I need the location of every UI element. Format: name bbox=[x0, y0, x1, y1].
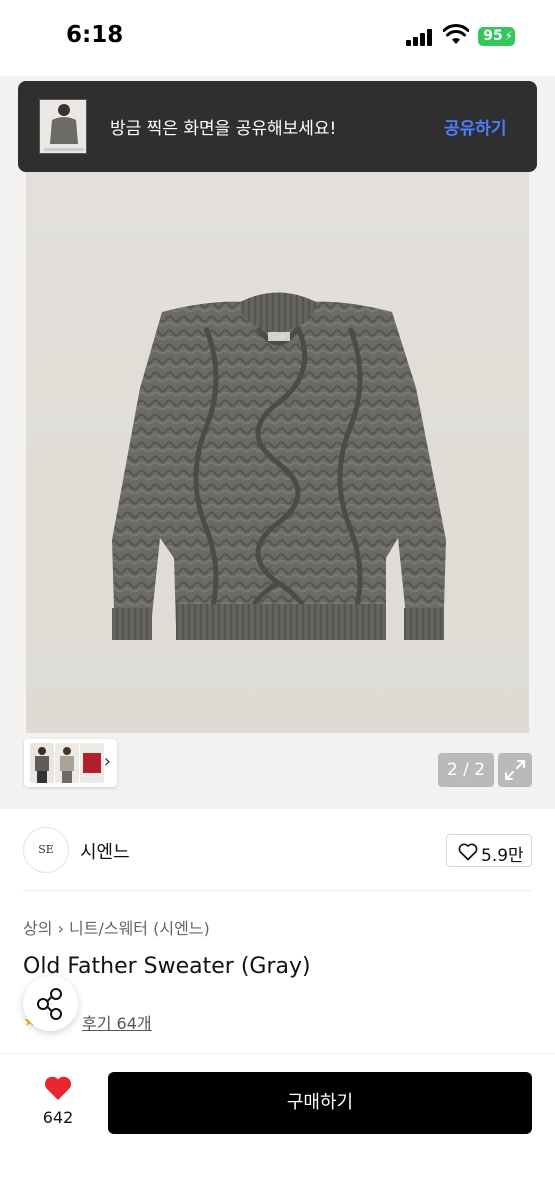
heart-outline-icon bbox=[458, 843, 478, 861]
brand-logo-text: SE bbox=[38, 843, 54, 856]
charging-bolt-icon: ⚡ bbox=[504, 29, 513, 43]
brand-logo[interactable]: SE bbox=[23, 827, 69, 873]
sweater-image bbox=[112, 292, 446, 640]
heart-filled-icon bbox=[44, 1076, 72, 1100]
buy-button[interactable]: 구매하기 bbox=[108, 1072, 532, 1134]
review-link[interactable]: 후기 64개 bbox=[82, 1010, 152, 1034]
product-photo[interactable] bbox=[26, 88, 529, 733]
wifi-icon bbox=[443, 24, 469, 44]
brand-like-count: 5.9만 bbox=[481, 846, 524, 866]
breadcrumb-item-subcategory[interactable]: 니트/스웨터 (시엔느) bbox=[69, 919, 210, 938]
breadcrumb-separator-icon: › bbox=[57, 919, 70, 938]
battery-icon: 95 ⚡ bbox=[478, 27, 515, 46]
breadcrumb-item-category[interactable]: 상의 bbox=[23, 919, 52, 938]
like-count: 642 bbox=[42, 1108, 74, 1127]
share-icon bbox=[37, 988, 62, 1020]
status-bar: 6:18 95 ⚡ bbox=[0, 0, 555, 76]
brand-like-button[interactable]: 5.9만 bbox=[446, 834, 532, 867]
divider bbox=[23, 890, 532, 891]
breadcrumb: 상의 › 니트/스웨터 (시엔느) bbox=[23, 915, 210, 939]
share-now-button[interactable]: 공유하기 bbox=[444, 114, 507, 139]
share-button[interactable] bbox=[23, 976, 78, 1031]
thumbnail-beige[interactable] bbox=[55, 743, 79, 783]
thumbnail-gray[interactable] bbox=[30, 743, 54, 783]
expand-icon bbox=[505, 760, 525, 780]
brand-name[interactable]: 시엔느 bbox=[80, 838, 130, 864]
toast-message: 방금 찍은 화면을 공유해보세요! bbox=[110, 119, 337, 139]
image-counter: 2 / 2 bbox=[438, 753, 494, 787]
screenshot-thumbnail[interactable] bbox=[39, 99, 87, 154]
expand-button[interactable] bbox=[498, 753, 532, 787]
thumbnail-strip[interactable]: › bbox=[24, 739, 117, 787]
like-button[interactable]: 642 bbox=[30, 1072, 86, 1132]
status-time: 6:18 bbox=[66, 22, 124, 48]
share-toast: 방금 찍은 화면을 공유해보세요! 공유하기 bbox=[18, 81, 537, 172]
thumbnail-red[interactable] bbox=[80, 743, 104, 783]
chevron-right-icon[interactable]: › bbox=[104, 751, 111, 773]
cellular-signal-icon bbox=[406, 28, 434, 46]
battery-level: 95 bbox=[483, 28, 503, 44]
